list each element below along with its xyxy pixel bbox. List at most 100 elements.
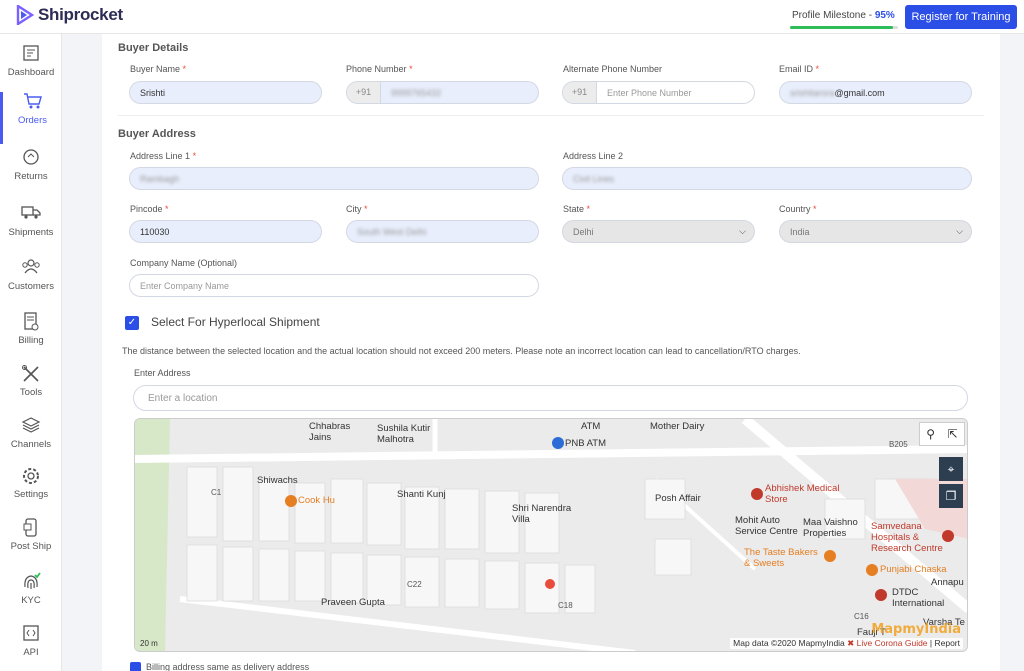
selected-location-pin-icon[interactable]	[545, 579, 555, 589]
sidebar-item-tools[interactable]: Tools	[0, 364, 62, 416]
sidebar-label-tools: Tools	[19, 387, 43, 398]
phone-number-input[interactable]: +91 9999765432	[346, 81, 539, 104]
pincode-input[interactable]: 110030	[129, 220, 322, 243]
billing-icon	[21, 312, 41, 332]
address-line2-label: Address Line 2	[563, 151, 624, 161]
city-input[interactable]: South West Delhi	[346, 220, 539, 243]
city-label: City *	[346, 204, 368, 214]
corona-guide-link[interactable]: ✖ Live Corona Guide	[847, 638, 927, 648]
phone-prefix: +91	[347, 82, 381, 103]
courier-marker-icon[interactable]	[875, 589, 887, 601]
fingerprint-icon	[21, 572, 41, 592]
gear-icon	[21, 466, 41, 486]
map-label-taste-bakers: The Taste Bakers & Sweets	[744, 547, 818, 569]
sidebar-item-settings[interactable]: Settings	[0, 466, 62, 518]
sidebar-label-orders: Orders	[17, 115, 48, 126]
map-label-punjabi-chaska: Punjabi Chaska	[880, 564, 947, 575]
map-label-posh-affair: Posh Affair	[655, 493, 701, 504]
map-label-shiwachs: Shiwachs	[257, 475, 298, 486]
billing-same-checkbox[interactable]	[130, 662, 141, 671]
sidebar-item-kyc[interactable]: KYC	[0, 572, 62, 624]
cart-icon	[23, 92, 43, 112]
map-tool-group: ⚲ ⇱	[919, 422, 965, 446]
pharmacy-marker-icon[interactable]	[751, 488, 763, 500]
top-bar: Shiprocket Profile Milestone - 95% Regis…	[0, 0, 1024, 34]
map-label-chhabras: Chhabras Jains	[309, 421, 351, 443]
map-scale: 20 m	[140, 639, 158, 648]
sidebar-item-orders[interactable]: Orders	[0, 92, 62, 144]
brand-name: Shiprocket	[38, 5, 123, 24]
company-name-placeholder: Enter Company Name	[140, 280, 230, 291]
map-label-mother-dairy: Mother Dairy	[650, 421, 705, 432]
returns-icon	[21, 148, 41, 168]
alternate-phone-input[interactable]: +91 Enter Phone Number	[562, 81, 755, 104]
atm-marker-icon[interactable]	[552, 437, 564, 449]
map-label-b205: B205	[889, 440, 908, 449]
sidebar-item-customers[interactable]: Customers	[0, 258, 62, 310]
layers-icon	[21, 416, 41, 436]
email-domain: @gmail.com	[834, 87, 885, 98]
sidebar-label-channels: Channels	[10, 439, 52, 450]
buyer-name-value: Srishti	[140, 87, 166, 98]
search-icon[interactable]: ⚲	[926, 427, 935, 441]
register-training-button[interactable]: Register for Training	[905, 5, 1017, 29]
locate-me-button[interactable]: ⌖	[939, 457, 963, 481]
chevron-down-icon: ⌵	[739, 226, 746, 236]
map-label-sushila: Sushila Kutir Malhotra	[377, 423, 431, 445]
state-value: Delhi	[573, 226, 594, 237]
location-map[interactable]: Chhabras Jains Sushila Kutir Malhotra ATM …	[134, 418, 968, 652]
map-label-cook-hu: Cook Hu	[298, 495, 335, 506]
sidebar-label-dashboard: Dashboard	[7, 67, 55, 78]
post-ship-icon	[21, 518, 41, 538]
location-search-input[interactable]: Enter a location	[133, 385, 968, 411]
location-placeholder: Enter a location	[148, 392, 218, 404]
phone-number-value: 9999765432	[391, 87, 442, 98]
buyer-name-input[interactable]: Srishti	[129, 81, 322, 104]
address-line1-input[interactable]: Rambagh	[129, 167, 539, 190]
alt-phone-prefix: +91	[563, 82, 597, 103]
map-credit-text: Map data ©2020 MapmyIndia	[733, 638, 845, 648]
chevron-down-icon: ⌵	[956, 226, 963, 236]
map-label-c1: C1	[211, 488, 222, 497]
city-value: South West Delhi	[357, 226, 427, 237]
email-local-part: srishtiarora	[790, 87, 835, 98]
restaurant-marker-icon[interactable]	[285, 495, 297, 507]
map-label-shanti-kunj: Shanti Kunj	[397, 489, 446, 500]
state-select[interactable]: Delhi ⌵	[562, 220, 755, 243]
hospital-marker-icon[interactable]	[942, 530, 954, 542]
phone-number-label: Phone Number *	[346, 64, 413, 74]
address-line2-input[interactable]: Civil Lines	[562, 167, 972, 190]
hyperlocal-label: Select For Hyperlocal Shipment	[151, 315, 320, 329]
sidebar-label-settings: Settings	[13, 489, 49, 500]
map-label-pnb-atm: PNB ATM	[565, 438, 606, 449]
sidebar-item-billing[interactable]: Billing	[0, 312, 62, 364]
fullscreen-icon[interactable]: ⇱	[948, 427, 958, 441]
country-select[interactable]: India ⌵	[779, 220, 972, 243]
map-layers-button[interactable]: ❐	[939, 484, 963, 508]
billing-same-label: Billing address same as delivery address	[146, 662, 310, 671]
buyer-address-title: Buyer Address	[118, 128, 196, 140]
buyer-name-label: Buyer Name *	[130, 64, 187, 74]
sidebar-label-shipments: Shipments	[8, 227, 54, 238]
sidebar-item-shipments[interactable]: Shipments	[0, 204, 62, 256]
report-link[interactable]: Report	[934, 638, 960, 648]
company-name-input[interactable]: Enter Company Name	[129, 274, 539, 297]
sidebar-label-kyc: KYC	[21, 595, 41, 606]
email-input[interactable]: srishtiarora @gmail.com	[779, 81, 972, 104]
sidebar-item-api[interactable]: API	[0, 624, 62, 671]
hyperlocal-checkbox[interactable]: ✓	[125, 316, 139, 330]
sidebar-item-post-ship[interactable]: Post Ship	[0, 518, 62, 570]
mapmyindia-watermark: MapmyIndia	[871, 622, 961, 637]
sidebar-label-api: API	[23, 647, 39, 658]
map-label-c22: C22	[407, 580, 422, 589]
sidebar-item-dashboard[interactable]: Dashboard	[0, 44, 62, 96]
pincode-label: Pincode *	[130, 204, 169, 214]
map-label-abhishek: Abhishek Medical Store	[765, 483, 840, 505]
map-label-praveen: Praveen Gupta	[321, 597, 385, 608]
pincode-value: 110030	[140, 226, 170, 237]
sidebar-item-returns[interactable]: Returns	[0, 148, 62, 200]
sidebar-item-channels[interactable]: Channels	[0, 416, 62, 468]
brand-logo[interactable]: Shiprocket	[16, 5, 123, 25]
restaurant-marker-icon[interactable]	[824, 550, 836, 562]
restaurant-marker-icon[interactable]	[866, 564, 878, 576]
